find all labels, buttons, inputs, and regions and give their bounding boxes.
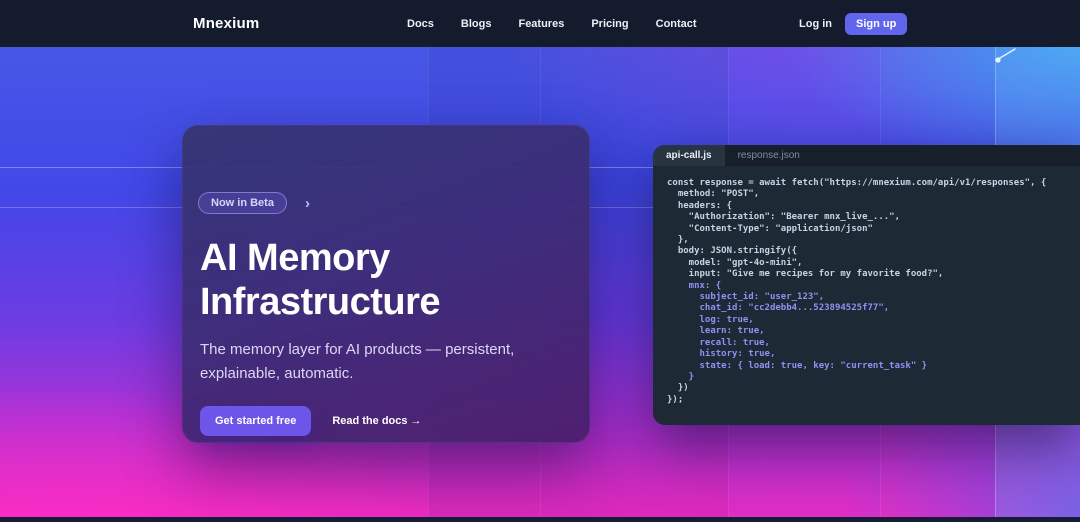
nav-link-features[interactable]: Features	[518, 18, 564, 30]
code-line: });	[667, 394, 684, 405]
auth-area: Log in Sign up	[799, 0, 908, 47]
get-started-button[interactable]: Get started free	[200, 406, 312, 436]
nav-link-contact[interactable]: Contact	[656, 18, 697, 30]
code-line: method: "POST",	[667, 189, 760, 200]
code-line: chat_id: "cc2debb4...523894525f77",	[667, 303, 890, 314]
code-line: state: { load: true, key: "current_task"…	[667, 360, 928, 371]
code-line: log: true,	[667, 314, 754, 325]
code-line: const response = await fetch("https://mn…	[667, 178, 1047, 188]
logo[interactable]: Mnexium	[193, 0, 259, 47]
badge-row: Now in Beta ›	[198, 192, 569, 214]
chevron-right-icon: ›	[304, 194, 310, 212]
beta-badge[interactable]: Now in Beta	[198, 192, 287, 214]
code-line: },	[667, 235, 689, 246]
shooting-star-icon	[995, 48, 1016, 63]
code-tab-response-json[interactable]: response.json	[725, 145, 813, 166]
code-tab-bar: api-call.js response.json	[653, 145, 1080, 167]
nav-links: Docs Blogs Features Pricing Contact	[407, 0, 697, 47]
code-line: mnx: {	[667, 280, 722, 291]
code-line: "Content-Type": "application/json"	[667, 223, 873, 234]
code-line: learn: true,	[667, 326, 765, 337]
page-title: AI Memory Infrastructure	[200, 237, 441, 323]
cta-row: Get started free Read the docs →	[200, 406, 569, 436]
code-line: recall: true,	[667, 337, 770, 348]
bottom-strip	[0, 517, 1080, 522]
code-panel: api-call.js response.json const response …	[653, 145, 1080, 425]
signup-button[interactable]: Sign up	[845, 12, 908, 35]
code-line: }	[667, 371, 695, 382]
nav-link-pricing[interactable]: Pricing	[591, 18, 628, 30]
code-line: "Authorization": "Bearer mnx_live_...",	[667, 212, 900, 223]
code-line: input: "Give me recipes for my favorite …	[667, 269, 944, 280]
hero-card: Now in Beta › AI Memory Infrastructure T…	[182, 125, 590, 443]
code-block: const response = await fetch("https://mn…	[653, 167, 1080, 406]
code-line: headers: {	[667, 200, 733, 211]
code-tab-api-call-js[interactable]: api-call.js	[653, 145, 725, 166]
code-line: })	[667, 383, 689, 394]
navbar: Mnexium Docs Blogs Features Pricing Contact …	[0, 0, 1080, 47]
page: Mnexium Docs Blogs Features Pricing Contact …	[0, 0, 1080, 522]
read-docs-link[interactable]: Read the docs →	[332, 415, 421, 427]
nav-link-docs[interactable]: Docs	[407, 18, 434, 30]
nav-link-blogs[interactable]: Blogs	[461, 18, 492, 30]
login-link[interactable]: Log in	[799, 18, 832, 30]
hero-background: Now in Beta › AI Memory Infrastructure T…	[0, 47, 1080, 517]
code-line: body: JSON.stringify({	[667, 246, 798, 257]
code-line: subject_id: "user_123",	[667, 292, 825, 303]
hero-subtitle: The memory layer for AI products — persi…	[200, 341, 515, 382]
code-line: model: "gpt-4o-mini",	[667, 257, 803, 268]
code-line: history: true,	[667, 349, 776, 360]
